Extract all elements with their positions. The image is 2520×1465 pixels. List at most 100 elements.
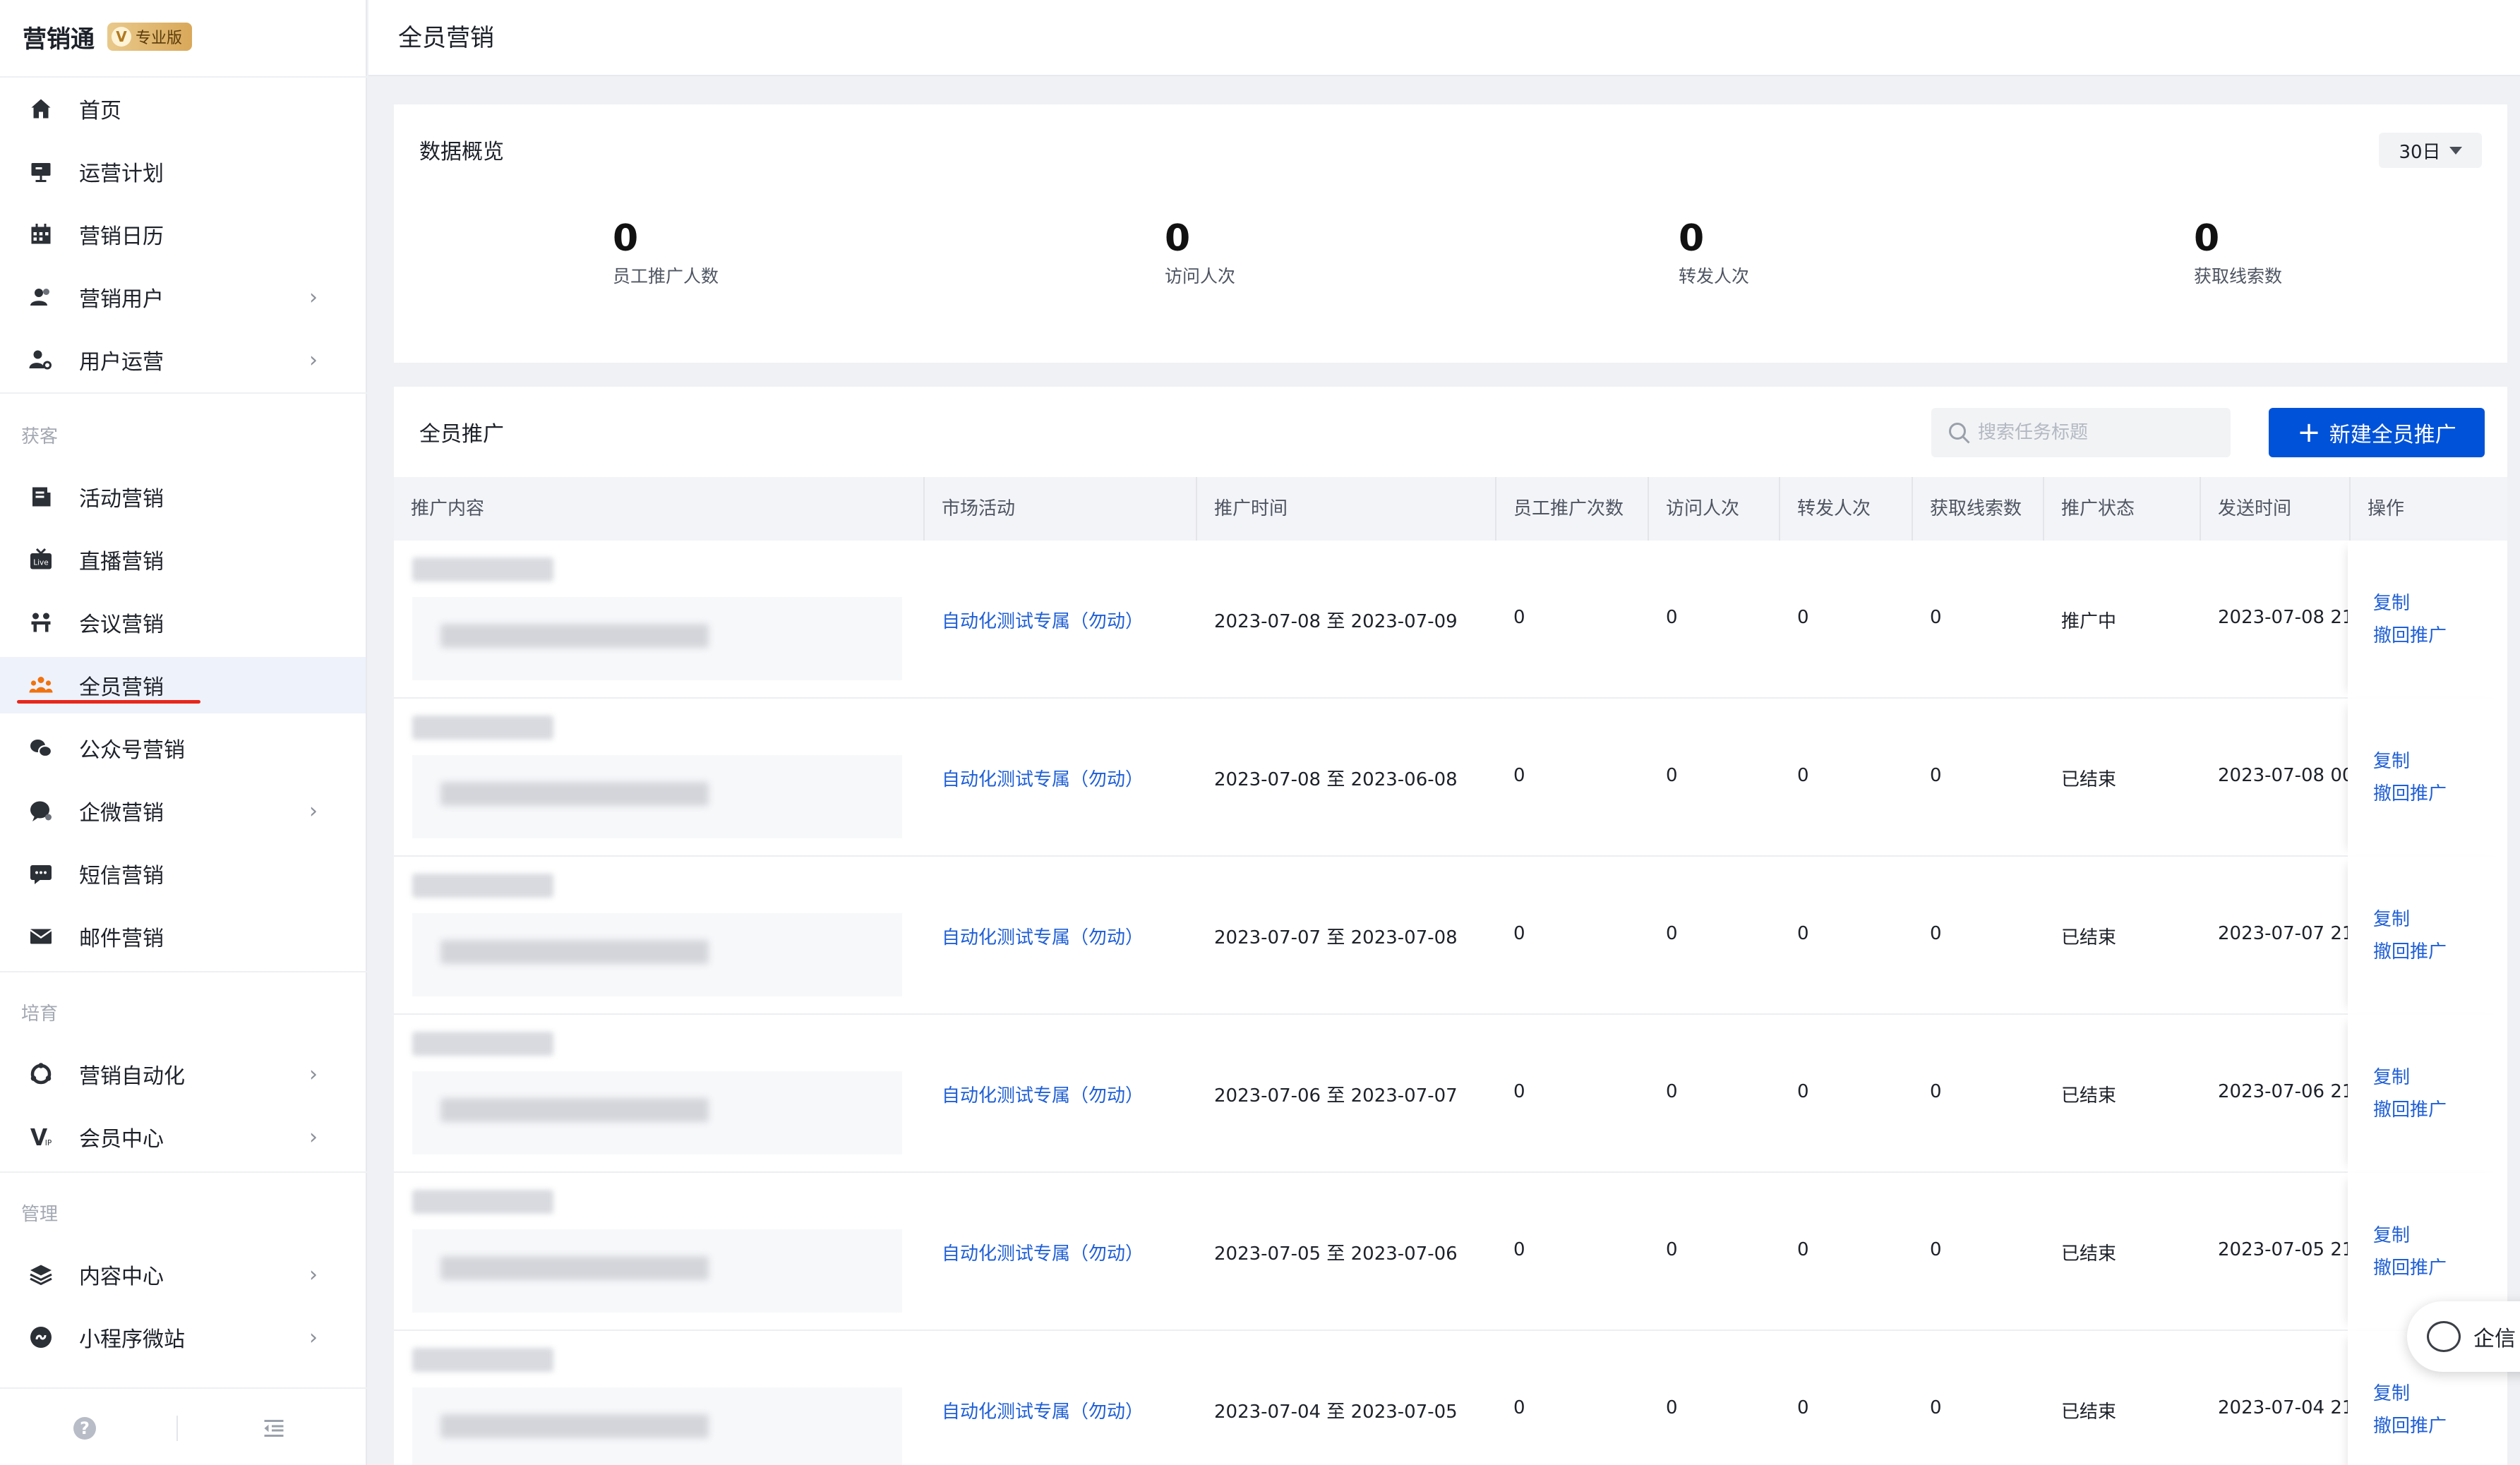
withdraw-link[interactable]: 撤回推广 <box>2373 779 2447 805</box>
activity-link[interactable]: 自动化测试专属（勿动） <box>942 923 1144 949</box>
mail-icon <box>28 924 54 949</box>
meeting-icon <box>28 610 54 635</box>
sidebar-item-label: 小程序微站 <box>79 1327 185 1352</box>
sidebar-item-mail-marketing[interactable]: 邮件营销 <box>0 908 366 965</box>
column-header-content: 推广内容 <box>394 477 925 541</box>
row-actions: 复制 撤回推广 <box>2348 1015 2507 1173</box>
vip-badge-icon: V <box>112 27 131 47</box>
content-preview[interactable] <box>412 1229 902 1313</box>
sidebar-item-miniprogram-site[interactable]: 小程序微站 › <box>0 1309 366 1365</box>
sidebar-item-operation-plan[interactable]: 运营计划 <box>0 143 366 200</box>
withdraw-link[interactable]: 撤回推广 <box>2373 1253 2447 1279</box>
content-title-blurred <box>440 782 709 806</box>
floating-chat-button[interactable]: 企信 <box>2407 1301 2520 1372</box>
sidebar-item-all-staff-marketing[interactable]: 全员营销 <box>0 657 366 713</box>
sidebar-item-live-marketing[interactable]: Live 直播营销 <box>0 531 366 588</box>
wechat-icon <box>28 735 54 761</box>
content-thumbnail-blurred <box>412 1190 553 1214</box>
edition-badge: V 专业版 <box>107 23 193 51</box>
sidebar-divider <box>0 971 367 972</box>
sidebar-item-meeting-marketing[interactable]: 会议营销 <box>0 594 366 651</box>
all-staff-promotion-card: 全员推广 + 新建全员推广 推广内容 市场活动 推广时间 员工推广次数 访问人次… <box>394 387 2507 1465</box>
column-header-visits: 访问人次 <box>1649 477 1780 541</box>
withdraw-link[interactable]: 撤回推广 <box>2373 621 2447 647</box>
column-header-sent-time: 发送时间 <box>2201 477 2351 541</box>
sidebar-item-marketing-calendar[interactable]: 营销日历 <box>0 206 366 263</box>
time-range-value: 30日 <box>2399 141 2441 163</box>
sidebar-item-marketing-automation[interactable]: 营销自动化 › <box>0 1046 366 1102</box>
shares-count: 0 <box>1797 1397 1809 1418</box>
employee-count: 0 <box>1513 1081 1525 1102</box>
employee-count: 0 <box>1513 607 1525 628</box>
employee-count: 0 <box>1513 765 1525 786</box>
column-header-activity: 市场活动 <box>925 477 1197 541</box>
table-row: 自动化测试专属（勿动） 2023-07-04 至 2023-07-05 0 0 … <box>394 1331 2507 1465</box>
column-header-period: 推广时间 <box>1197 477 1496 541</box>
sidebar-item-marketing-users[interactable]: 营销用户 › <box>0 269 366 325</box>
content-preview[interactable] <box>412 1387 902 1465</box>
chevron-right-icon: › <box>309 798 318 824</box>
copy-link[interactable]: 复制 <box>2373 1221 2410 1247</box>
user-settings-icon <box>28 347 54 373</box>
copy-link[interactable]: 复制 <box>2373 1063 2410 1089</box>
table-row: 自动化测试专属（勿动） 2023-07-07 至 2023-07-08 0 0 … <box>394 857 2507 1015</box>
sidebar-item-wechat-official-marketing[interactable]: 公众号营销 <box>0 720 366 776</box>
sidebar-item-member-center[interactable]: IP 会员中心 › <box>0 1109 366 1165</box>
withdraw-link[interactable]: 撤回推广 <box>2373 1411 2447 1437</box>
withdraw-link[interactable]: 撤回推广 <box>2373 1095 2447 1121</box>
column-header-status: 推广状态 <box>2044 477 2201 541</box>
team-icon <box>28 673 54 698</box>
content-title-blurred <box>440 940 709 964</box>
sidebar-item-label: 活动营销 <box>79 487 164 512</box>
section-title-manage: 管理 <box>21 1204 59 1225</box>
sidebar-item-content-center[interactable]: 内容中心 › <box>0 1246 366 1303</box>
search-box <box>1931 408 2231 457</box>
sidebar-item-sms-marketing[interactable]: 短信营销 <box>0 845 366 902</box>
content-preview[interactable] <box>412 1071 902 1154</box>
visits-count: 0 <box>1666 1239 1678 1260</box>
brand[interactable]: 营销通 V 专业版 <box>23 16 193 58</box>
users-icon <box>28 284 54 310</box>
sent-time: 2023-07-08 21:0 <box>2218 607 2348 628</box>
copy-link[interactable]: 复制 <box>2373 1379 2410 1405</box>
activity-link[interactable]: 自动化测试专属（勿动） <box>942 1081 1144 1107</box>
sidebar-item-wecom-marketing[interactable]: 企微营销 › <box>0 783 366 839</box>
content-preview[interactable] <box>412 755 902 838</box>
content-preview[interactable] <box>412 597 902 680</box>
status-badge: 推广中 <box>2061 611 2117 632</box>
sidebar-item-activity-marketing[interactable]: 活动营销 <box>0 469 366 525</box>
footer-divider <box>176 1416 178 1441</box>
svg-text:Live: Live <box>33 559 48 567</box>
sidebar-item-label: 营销日历 <box>79 224 164 249</box>
chevron-right-icon: › <box>309 1262 318 1287</box>
sent-time: 2023-07-06 21:0 <box>2218 1081 2348 1102</box>
content-preview[interactable] <box>412 913 902 996</box>
chevron-right-icon: › <box>309 1124 318 1150</box>
promotion-period: 2023-07-08 至 2023-06-08 <box>1214 769 1458 790</box>
automation-icon <box>28 1061 54 1087</box>
withdraw-link[interactable]: 撤回推广 <box>2373 937 2447 963</box>
sidebar-item-home[interactable]: 首页 <box>0 80 366 137</box>
activity-icon <box>28 484 54 510</box>
sidebar-item-user-operation[interactable]: 用户运营 › <box>0 332 366 388</box>
sent-time: 2023-07-07 21:0 <box>2218 923 2348 944</box>
vip-icon: IP <box>28 1124 54 1150</box>
collapse-sidebar-icon[interactable] <box>261 1416 287 1441</box>
help-icon[interactable]: ? <box>73 1417 96 1440</box>
copy-link[interactable]: 复制 <box>2373 589 2410 615</box>
shares-count: 0 <box>1797 765 1809 786</box>
new-promotion-button[interactable]: + 新建全员推广 <box>2269 408 2485 457</box>
promotion-title: 全员推广 <box>419 422 504 447</box>
chat-bubble-icon <box>2427 1321 2461 1352</box>
search-input[interactable] <box>1978 415 2218 450</box>
activity-link[interactable]: 自动化测试专属（勿动） <box>942 765 1144 791</box>
copy-link[interactable]: 复制 <box>2373 905 2410 931</box>
home-icon <box>28 96 54 121</box>
copy-link[interactable]: 复制 <box>2373 747 2410 773</box>
content-thumbnail-blurred <box>412 716 553 740</box>
time-range-select[interactable]: 30日 <box>2379 133 2482 168</box>
activity-link[interactable]: 自动化测试专属（勿动） <box>942 1397 1144 1423</box>
activity-link[interactable]: 自动化测试专属（勿动） <box>942 607 1144 633</box>
activity-link[interactable]: 自动化测试专属（勿动） <box>942 1239 1144 1265</box>
promotion-period: 2023-07-04 至 2023-07-05 <box>1214 1401 1458 1423</box>
